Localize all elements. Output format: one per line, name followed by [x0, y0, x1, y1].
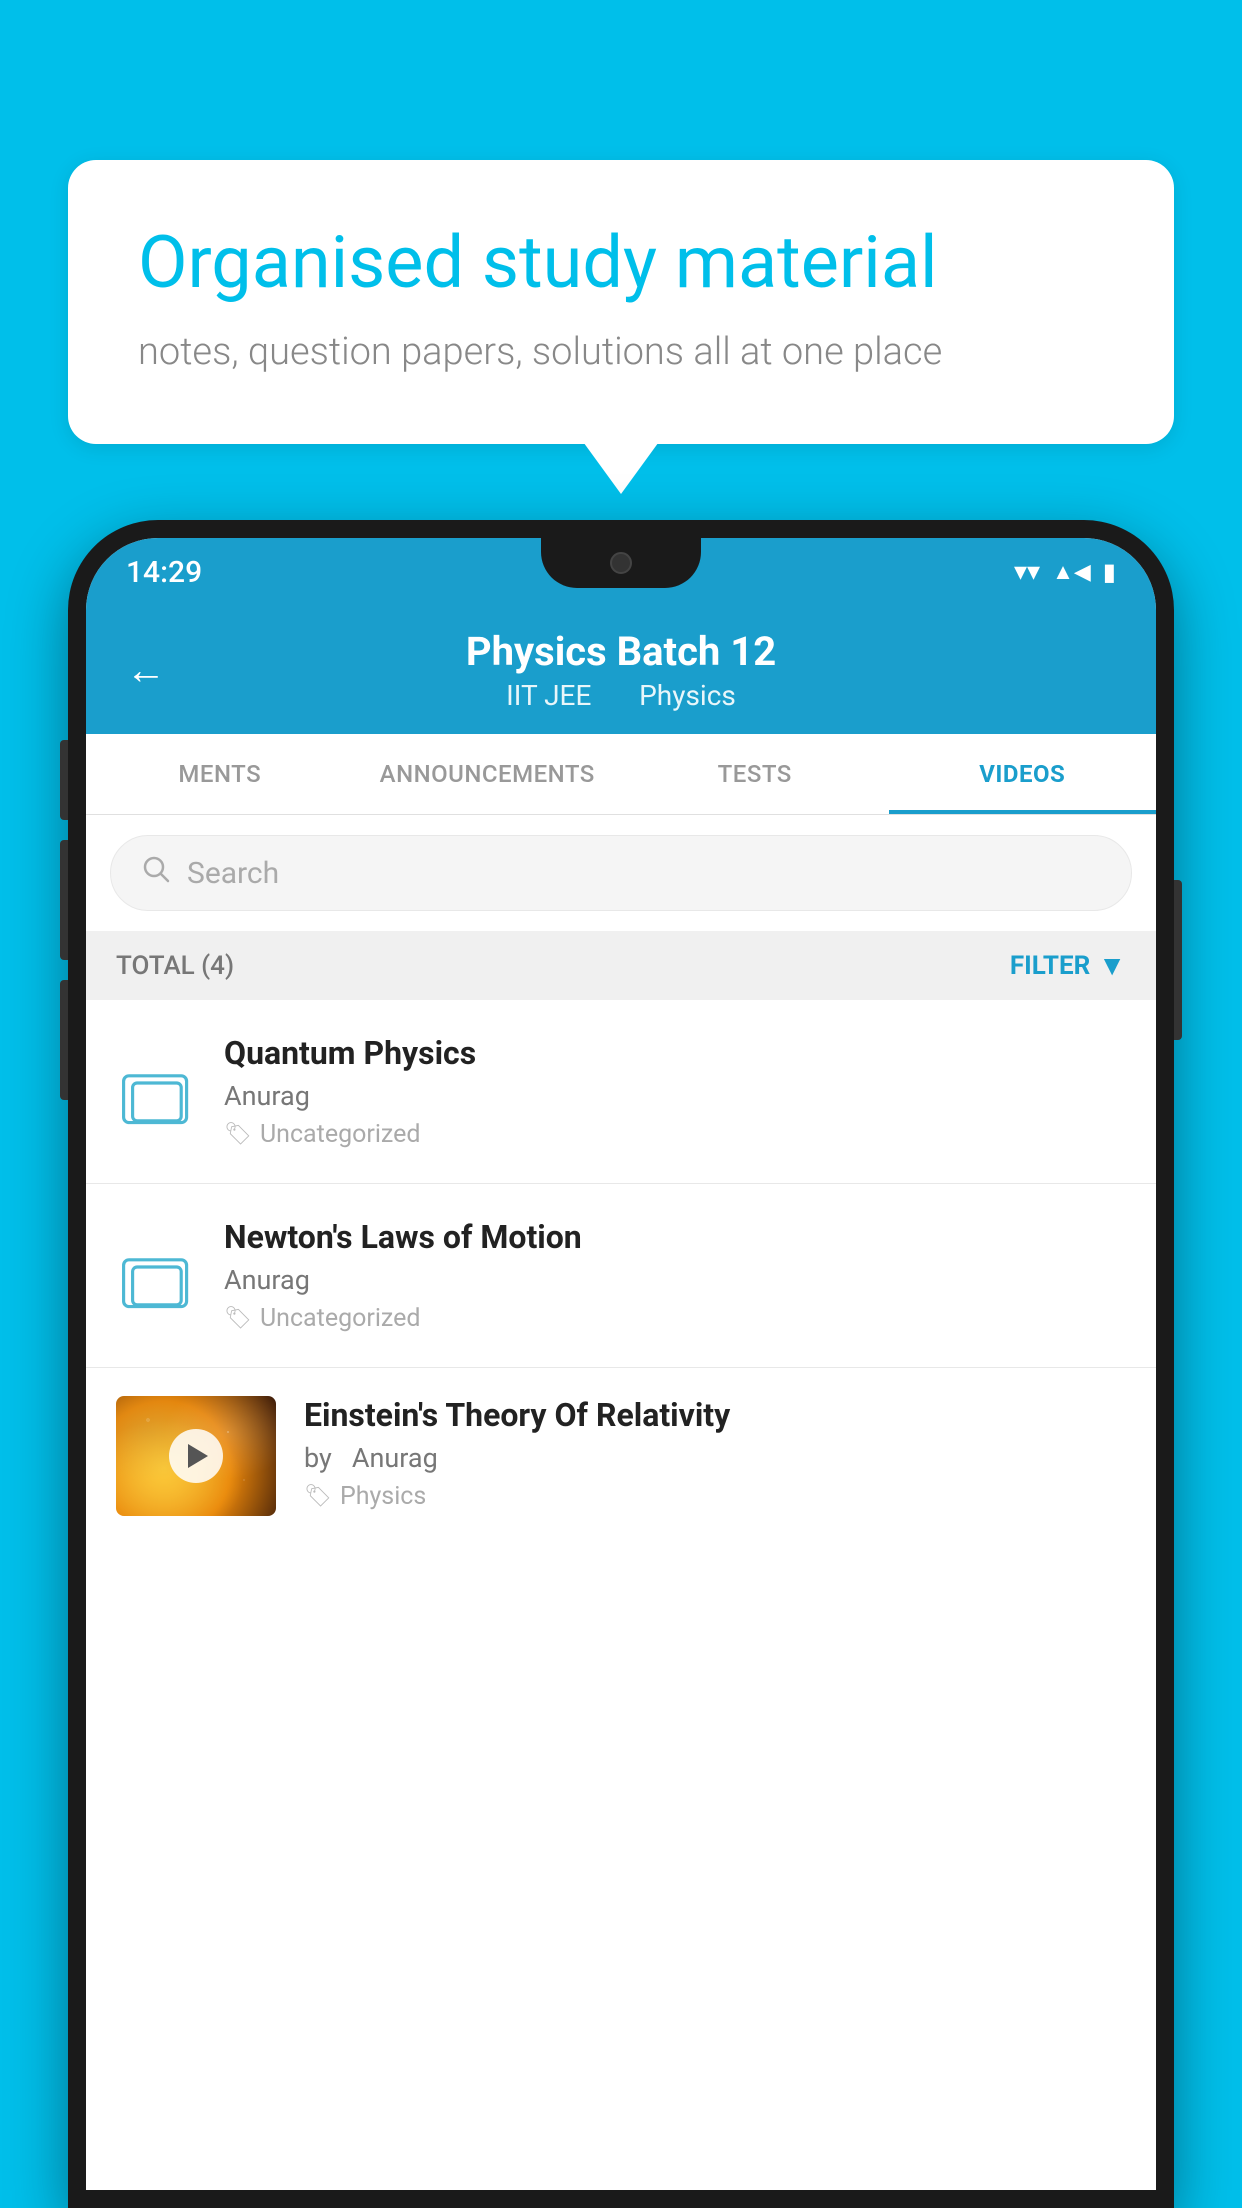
item-title: Einstein's Theory Of Relativity	[304, 1396, 1126, 1434]
tag-icon: 🏷	[224, 1122, 252, 1147]
back-button[interactable]: ←	[126, 647, 166, 694]
tag-icon: 🏷	[304, 1484, 332, 1509]
tab-ments[interactable]: MENTS	[86, 734, 354, 814]
phone-side-button-vol-indicator	[60, 740, 68, 820]
speech-bubble: Organised study material notes, question…	[68, 160, 1174, 444]
tab-bar: MENTS ANNOUNCEMENTS TESTS VIDEOS	[86, 734, 1156, 815]
item-tag: 🏷 Uncategorized	[224, 1304, 1126, 1333]
search-container: Search	[86, 815, 1156, 931]
status-icons: ▾▾ ▲◀ ▮	[1014, 557, 1116, 587]
search-icon	[141, 854, 171, 892]
item-tag: 🏷 Physics	[304, 1482, 1126, 1511]
tag-label: Uncategorized	[260, 1304, 421, 1333]
item-icon-folder	[116, 1047, 196, 1137]
filter-button[interactable]: FILTER ▼	[1010, 949, 1126, 982]
bubble-title: Organised study material	[138, 220, 1104, 306]
batch-title: Physics Batch 12	[126, 628, 1116, 675]
search-bar[interactable]: Search	[110, 835, 1132, 911]
wifi-icon: ▾▾	[1014, 557, 1040, 587]
batch-subtitle: IIT JEE Physics	[126, 679, 1116, 712]
item-info: Newton's Laws of Motion Anurag 🏷 Uncateg…	[224, 1218, 1126, 1333]
search-placeholder: Search	[187, 856, 279, 891]
tab-tests[interactable]: TESTS	[621, 734, 889, 814]
tab-videos[interactable]: VIDEOS	[889, 734, 1157, 814]
bubble-subtitle: notes, question papers, solutions all at…	[138, 330, 1104, 374]
video-list: Quantum Physics Anurag 🏷 Uncategorized	[86, 1000, 1156, 2190]
item-tag: 🏷 Uncategorized	[224, 1120, 1126, 1149]
item-info: Einstein's Theory Of Relativity by Anura…	[304, 1396, 1126, 1511]
item-author: Anurag	[224, 1264, 1126, 1296]
app-header: ← Physics Batch 12 IIT JEE Physics	[86, 606, 1156, 734]
batch-tag1: IIT JEE	[506, 679, 591, 712]
folder-icon	[120, 1240, 192, 1312]
batch-tag2: Physics	[639, 679, 736, 712]
item-author: Anurag	[224, 1080, 1126, 1112]
video-thumbnail	[116, 1396, 276, 1516]
tab-announcements[interactable]: ANNOUNCEMENTS	[354, 734, 622, 814]
battery-icon: ▮	[1103, 558, 1116, 586]
front-camera	[610, 552, 632, 574]
phone-side-button-power[interactable]	[1174, 880, 1182, 1040]
phone-side-button-vol-down[interactable]	[60, 980, 68, 1100]
item-info: Quantum Physics Anurag 🏷 Uncategorized	[224, 1034, 1126, 1149]
signal-icon: ▲◀	[1052, 559, 1091, 585]
item-icon-folder	[116, 1231, 196, 1321]
item-author: by Anurag	[304, 1442, 1126, 1474]
folder-icon	[120, 1056, 192, 1128]
filter-label: FILTER	[1010, 951, 1090, 981]
play-button[interactable]	[169, 1429, 223, 1483]
list-item[interactable]: Einstein's Theory Of Relativity by Anura…	[86, 1368, 1156, 1550]
filter-icon: ▼	[1098, 949, 1126, 982]
status-time: 14:29	[126, 555, 202, 590]
phone-side-button-vol-up[interactable]	[60, 840, 68, 960]
total-count: TOTAL (4)	[116, 951, 234, 981]
list-item[interactable]: Quantum Physics Anurag 🏷 Uncategorized	[86, 1000, 1156, 1184]
tag-label: Uncategorized	[260, 1120, 421, 1149]
phone-frame: 14:29 ▾▾ ▲◀ ▮ ← Physics Batch 12 IIT JEE…	[68, 520, 1174, 2208]
item-title: Newton's Laws of Motion	[224, 1218, 1126, 1256]
author-prefix: by	[304, 1442, 332, 1474]
tag-icon: 🏷	[224, 1306, 252, 1331]
list-item[interactable]: Newton's Laws of Motion Anurag 🏷 Uncateg…	[86, 1184, 1156, 1368]
tag-label: Physics	[340, 1482, 426, 1511]
phone-notch	[541, 538, 701, 588]
phone-screen: 14:29 ▾▾ ▲◀ ▮ ← Physics Batch 12 IIT JEE…	[86, 538, 1156, 2190]
item-title: Quantum Physics	[224, 1034, 1126, 1072]
author-name: Anurag	[352, 1442, 438, 1474]
list-header: TOTAL (4) FILTER ▼	[86, 931, 1156, 1000]
